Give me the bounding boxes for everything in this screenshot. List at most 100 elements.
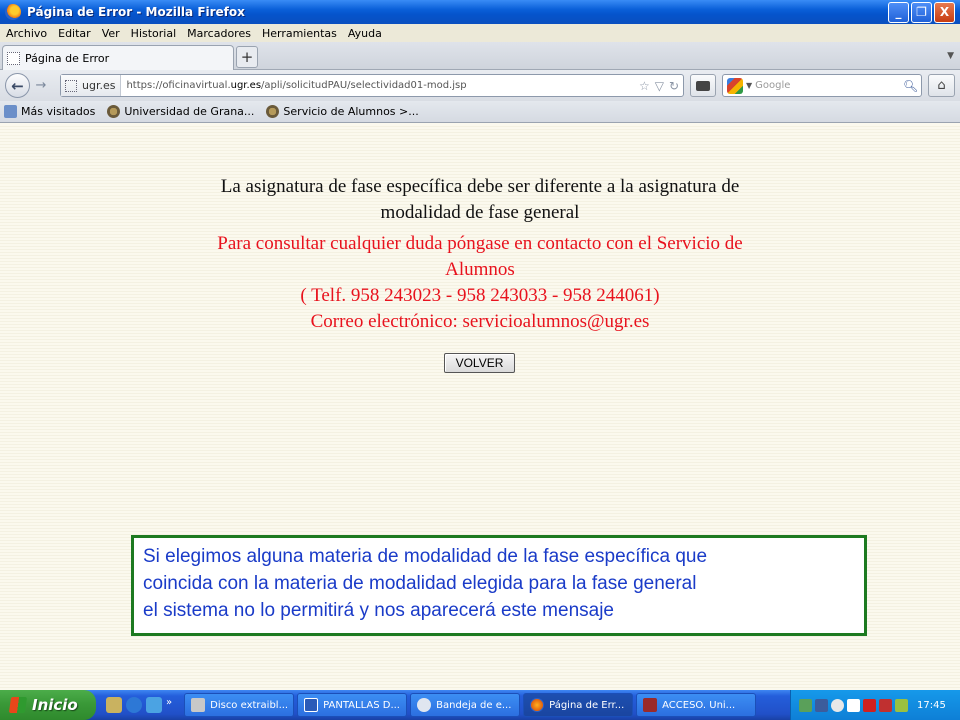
site-identity-button[interactable]: ugr.es bbox=[61, 75, 122, 96]
task-disco-extraible[interactable]: Disco extraibl... bbox=[184, 693, 295, 717]
maximize-button[interactable]: ❐ bbox=[911, 1, 932, 23]
error-line: modalidad de fase general bbox=[380, 202, 580, 223]
task-label: Bandeja de e... bbox=[436, 699, 512, 711]
back-button[interactable]: ← bbox=[5, 73, 30, 98]
reload-icon[interactable]: ↻ bbox=[669, 79, 679, 93]
tray-network-icon[interactable] bbox=[799, 698, 812, 712]
callout-line: el sistema no lo permitirá y nos aparece… bbox=[143, 600, 615, 621]
mail-icon bbox=[417, 698, 432, 712]
menu-editar[interactable]: Editar bbox=[58, 27, 91, 40]
new-tab-button[interactable]: + bbox=[236, 46, 258, 68]
minimize-button[interactable]: _ bbox=[888, 1, 909, 23]
tab-label: Página de Error bbox=[25, 51, 110, 65]
task-label: PANTALLAS D... bbox=[323, 699, 400, 711]
menu-herramientas[interactable]: Herramientas bbox=[262, 27, 337, 40]
start-label: Inicio bbox=[32, 696, 78, 714]
menu-historial[interactable]: Historial bbox=[131, 27, 176, 40]
task-pagina-de-error[interactable]: Página de Err... bbox=[523, 693, 634, 717]
page-icon bbox=[65, 79, 77, 92]
home-button[interactable]: ⌂ bbox=[928, 74, 955, 97]
printer-icon bbox=[696, 80, 710, 91]
search-icon[interactable]: 🔍︎ bbox=[903, 79, 921, 93]
show-desktop-icon[interactable] bbox=[106, 697, 122, 713]
firefox-icon bbox=[5, 4, 21, 20]
task-bandeja[interactable]: Bandeja de e... bbox=[410, 693, 521, 717]
quick-launch: » bbox=[106, 697, 176, 713]
page-icon bbox=[7, 51, 20, 65]
taskbar: Inicio » Disco extraibl... PANTALLAS D..… bbox=[0, 690, 960, 720]
contact-line: Para consultar cualquier duda póngase en… bbox=[217, 233, 743, 254]
windows-logo-icon bbox=[8, 697, 28, 713]
annotation-callout: Si elegimos alguna materia de modalidad … bbox=[131, 535, 867, 636]
tray-close-icon[interactable] bbox=[863, 698, 876, 712]
task-pantallas[interactable]: PANTALLAS D... bbox=[297, 693, 408, 717]
url-icons: ☆ ▽ ↻ bbox=[634, 79, 683, 93]
tray-messenger-icon[interactable] bbox=[831, 698, 844, 712]
system-tray: 17:45 bbox=[790, 690, 960, 720]
page-content: La asignatura de fase específica debe se… bbox=[0, 124, 960, 689]
menu-archivo[interactable]: Archivo bbox=[6, 27, 47, 40]
quick-launch-more[interactable]: » bbox=[166, 697, 172, 713]
url-domain: ugr.es bbox=[230, 80, 262, 91]
tab-pagina-de-error[interactable]: Página de Error bbox=[2, 45, 234, 70]
contact-line: Alumnos bbox=[445, 259, 515, 280]
close-button[interactable]: X bbox=[934, 1, 955, 23]
contact-message: Para consultar cualquier duda póngase en… bbox=[140, 231, 820, 335]
internet-explorer-icon[interactable] bbox=[126, 697, 142, 713]
task-acceso[interactable]: ACCESO. Uni... bbox=[636, 693, 757, 717]
volver-button[interactable]: VOLVER bbox=[444, 353, 515, 373]
drive-icon bbox=[191, 698, 206, 712]
firefox-icon bbox=[530, 698, 545, 712]
menu-bar: Archivo Editar Ver Historial Marcadores … bbox=[0, 24, 960, 42]
search-bar[interactable]: ▼ Google 🔍︎ bbox=[722, 74, 922, 97]
url-text[interactable]: https://oficinavirtual.ugr.es/apli/solic… bbox=[121, 80, 633, 91]
google-icon[interactable] bbox=[727, 77, 743, 94]
callout-line: Si elegimos alguna materia de modalidad … bbox=[143, 546, 708, 567]
bookmark-label: Más visitados bbox=[21, 105, 96, 118]
university-seal-icon bbox=[266, 105, 280, 118]
bookmarks-bar: Más visitados Universidad de Grana... Se… bbox=[0, 101, 960, 123]
tab-list-icon[interactable]: ▼ bbox=[947, 51, 954, 61]
access-icon bbox=[643, 698, 658, 712]
tray-security-icon[interactable] bbox=[815, 698, 828, 712]
university-seal-icon bbox=[107, 105, 121, 118]
bookmark-label: Servicio de Alumnos >... bbox=[283, 105, 419, 118]
forward-button[interactable]: → bbox=[31, 74, 51, 96]
outlook-icon[interactable] bbox=[146, 697, 162, 713]
clock: 17:45 bbox=[917, 699, 946, 711]
tray-panda-icon[interactable] bbox=[847, 698, 860, 712]
chevron-down-icon[interactable]: ▼ bbox=[746, 81, 752, 90]
task-label: ACCESO. Uni... bbox=[662, 699, 736, 711]
window-titlebar: Página de Error - Mozilla Firefox _ ❐ X bbox=[0, 0, 960, 24]
start-button[interactable]: Inicio bbox=[0, 690, 96, 720]
error-line: La asignatura de fase específica debe se… bbox=[220, 176, 740, 197]
search-input[interactable]: Google bbox=[755, 80, 903, 91]
bookmark-label: Universidad de Grana... bbox=[124, 105, 255, 118]
contact-phones: ( Telf. 958 243023 - 958 243033 - 958 24… bbox=[300, 285, 660, 306]
tray-update-icon[interactable] bbox=[895, 698, 908, 712]
bookmark-star-icon[interactable]: ☆ bbox=[639, 79, 650, 93]
tab-strip: Página de Error + ▼ bbox=[0, 42, 960, 70]
bookmark-universidad[interactable]: Universidad de Grana... bbox=[107, 105, 254, 118]
home-icon: ⌂ bbox=[937, 78, 946, 93]
bookmark-mas-visitados[interactable]: Más visitados bbox=[4, 105, 95, 118]
word-icon bbox=[304, 698, 319, 712]
menu-marcadores[interactable]: Marcadores bbox=[187, 27, 251, 40]
callout-line: coincida con la materia de modalidad ele… bbox=[143, 573, 697, 594]
print-button[interactable] bbox=[690, 74, 716, 97]
bookmarks-folder-icon bbox=[4, 105, 17, 118]
url-bar[interactable]: ugr.es https://oficinavirtual.ugr.es/apl… bbox=[60, 74, 684, 97]
error-message: La asignatura de fase específica debe se… bbox=[140, 174, 820, 226]
url-path: /apli/solicitudPAU/selectividad01-mod.js… bbox=[261, 80, 467, 91]
bookmark-servicio-alumnos[interactable]: Servicio de Alumnos >... bbox=[266, 105, 419, 118]
url-prefix: https://oficinavirtual. bbox=[126, 80, 231, 91]
navigation-bar: ← → ugr.es https://oficinavirtual.ugr.es… bbox=[0, 70, 960, 101]
menu-ayuda[interactable]: Ayuda bbox=[348, 27, 382, 40]
tray-pdf-icon[interactable] bbox=[879, 698, 892, 712]
task-label: Disco extraibl... bbox=[210, 699, 289, 711]
identity-label: ugr.es bbox=[82, 79, 116, 92]
dropdown-arrow-icon[interactable]: ▽ bbox=[655, 79, 664, 93]
task-label: Página de Err... bbox=[549, 699, 625, 711]
menu-ver[interactable]: Ver bbox=[102, 27, 120, 40]
window-title: Página de Error - Mozilla Firefox bbox=[27, 5, 245, 19]
